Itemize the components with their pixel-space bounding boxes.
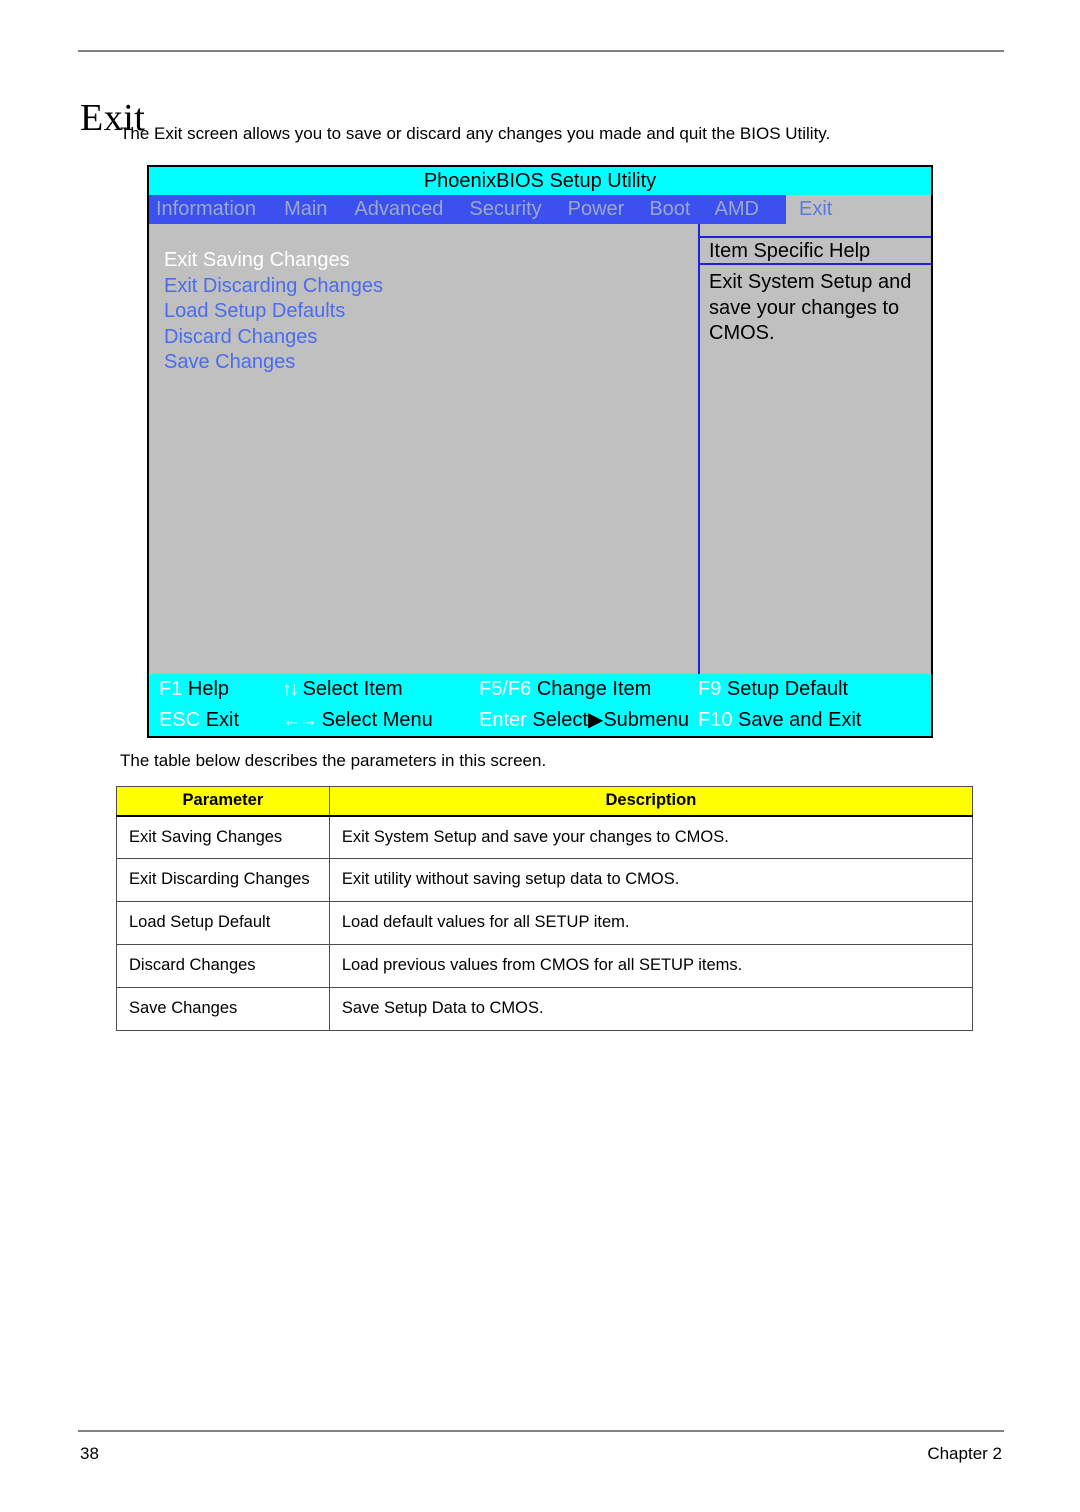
bios-body: Exit Saving Changes Exit Discarding Chan… — [149, 224, 931, 674]
table-row: Load Setup Default Load default values f… — [116, 901, 974, 946]
help-line-3: CMOS. — [709, 322, 775, 344]
cell-parameter: Discard Changes — [116, 944, 330, 989]
key-label-enter: Enter — [479, 709, 527, 731]
table-intro-paragraph: The table below describes the parameters… — [120, 751, 547, 770]
key-esc-exit[interactable]: ESC Exit — [159, 705, 239, 736]
column-header-parameter: Parameter — [116, 786, 330, 817]
key-f10-save-and-exit[interactable]: F10 Save and Exit — [698, 705, 861, 736]
up-down-arrow-icon: ↑↓ — [282, 679, 299, 700]
key-label-f1: F1 — [159, 678, 183, 700]
cell-description: Load previous values from CMOS for all S… — [328, 944, 974, 989]
bios-key-legend-bar: F1 Help ↑↓ Select Item F5/F6 Change Item… — [149, 674, 931, 736]
tab-power[interactable]: Power — [568, 195, 625, 224]
key-desc-exit: Exit — [205, 709, 240, 731]
column-header-description: Description — [328, 786, 974, 817]
key-legend-row-2: ESC Exit ←→ Select Menu Enter Select▶Sub… — [149, 705, 931, 736]
cell-parameter: Save Changes — [116, 987, 330, 1032]
help-line-1: Exit System Setup and — [709, 271, 912, 293]
table-row: Discard Changes Load previous values fro… — [116, 944, 974, 989]
key-f5f6-change-item[interactable]: F5/F6 Change Item — [479, 674, 651, 705]
cell-description: Load default values for all SETUP item. — [328, 901, 974, 946]
bios-setup-screen: PhoenixBIOS Setup Utility Information Ma… — [147, 165, 933, 738]
bios-menu-bar: Information Main Advanced Security Power… — [149, 195, 931, 224]
tab-main[interactable]: Main — [284, 195, 327, 224]
key-legend-row-1: F1 Help ↑↓ Select Item F5/F6 Change Item… — [149, 674, 931, 705]
key-desc-select-item: Select Item — [302, 678, 403, 700]
bios-title-bar: PhoenixBIOS Setup Utility — [149, 167, 931, 195]
cell-parameter: Load Setup Default — [116, 901, 330, 946]
table-row: Save Changes Save Setup Data to CMOS. — [116, 987, 974, 1032]
table-head: Parameter Description — [116, 786, 974, 817]
help-pane-title: Item Specific Help — [700, 236, 931, 265]
option-save-changes[interactable]: Save Changes — [164, 350, 684, 376]
key-label-f9: F9 — [698, 678, 722, 700]
table-row: Exit Discarding Changes Exit utility wit… — [116, 858, 974, 903]
option-exit-saving-changes[interactable]: Exit Saving Changes — [164, 248, 684, 274]
tab-security[interactable]: Security — [469, 195, 541, 224]
tab-exit[interactable]: Exit — [786, 195, 931, 224]
help-pane-text: Exit System Setup and save your changes … — [709, 270, 924, 347]
key-label-f10: F10 — [698, 709, 733, 731]
table-header-row: Parameter Description — [116, 786, 974, 817]
key-f9-setup-default[interactable]: F9 Setup Default — [698, 674, 848, 705]
cell-parameter: Exit Saving Changes — [116, 814, 330, 860]
tab-information[interactable]: Information — [156, 195, 256, 224]
option-exit-discarding-changes[interactable]: Exit Discarding Changes — [164, 274, 684, 300]
left-right-arrow-icon: ←→ — [282, 710, 318, 731]
cell-parameter: Exit Discarding Changes — [116, 858, 330, 903]
chapter-label: Chapter 2 — [927, 1444, 1002, 1463]
intro-paragraph: The Exit screen allows you to save or di… — [120, 124, 831, 143]
tab-boot[interactable]: Boot — [649, 195, 690, 224]
key-leftright-select-menu[interactable]: ←→ Select Menu — [282, 705, 433, 736]
footer-rule — [78, 1430, 1004, 1432]
cell-description: Exit System Setup and save your changes … — [328, 814, 974, 860]
page-number: 38 — [80, 1444, 99, 1463]
table-row: Exit Saving Changes Exit System Setup an… — [116, 814, 974, 860]
header-rule — [78, 50, 1004, 52]
tab-amd[interactable]: AMD — [715, 195, 759, 224]
key-desc-select-menu: Select Menu — [321, 709, 433, 731]
bios-help-pane: Item Specific Help Exit System Setup and… — [700, 224, 931, 674]
cell-description: Save Setup Data to CMOS. — [328, 987, 974, 1032]
key-label-esc: ESC — [159, 709, 201, 731]
option-discard-changes[interactable]: Discard Changes — [164, 325, 684, 351]
key-updown-select-item[interactable]: ↑↓ Select Item — [282, 674, 403, 705]
key-desc-help: Help — [187, 678, 230, 700]
tab-advanced[interactable]: Advanced — [354, 195, 443, 224]
option-load-setup-defaults[interactable]: Load Setup Defaults — [164, 299, 684, 325]
key-enter-select-submenu[interactable]: Enter Select▶Submenu — [479, 705, 689, 736]
key-desc-setup-default: Setup Default — [726, 678, 849, 700]
bios-options-list: Exit Saving Changes Exit Discarding Chan… — [164, 248, 684, 376]
key-desc-change-item: Change Item — [536, 678, 652, 700]
key-desc-select-submenu: Select▶Submenu — [532, 709, 689, 731]
table-body: Exit Saving Changes Exit System Setup an… — [116, 814, 974, 1032]
key-desc-save-and-exit: Save and Exit — [738, 709, 862, 731]
key-label-f5f6: F5/F6 — [479, 678, 532, 700]
bios-options-pane: Exit Saving Changes Exit Discarding Chan… — [149, 224, 698, 674]
parameter-description-table: Parameter Description Exit Saving Change… — [116, 786, 974, 1032]
help-line-2: save your changes to — [709, 296, 900, 319]
cell-description: Exit utility without saving setup data t… — [328, 858, 974, 903]
key-f1-help[interactable]: F1 Help — [159, 674, 229, 705]
